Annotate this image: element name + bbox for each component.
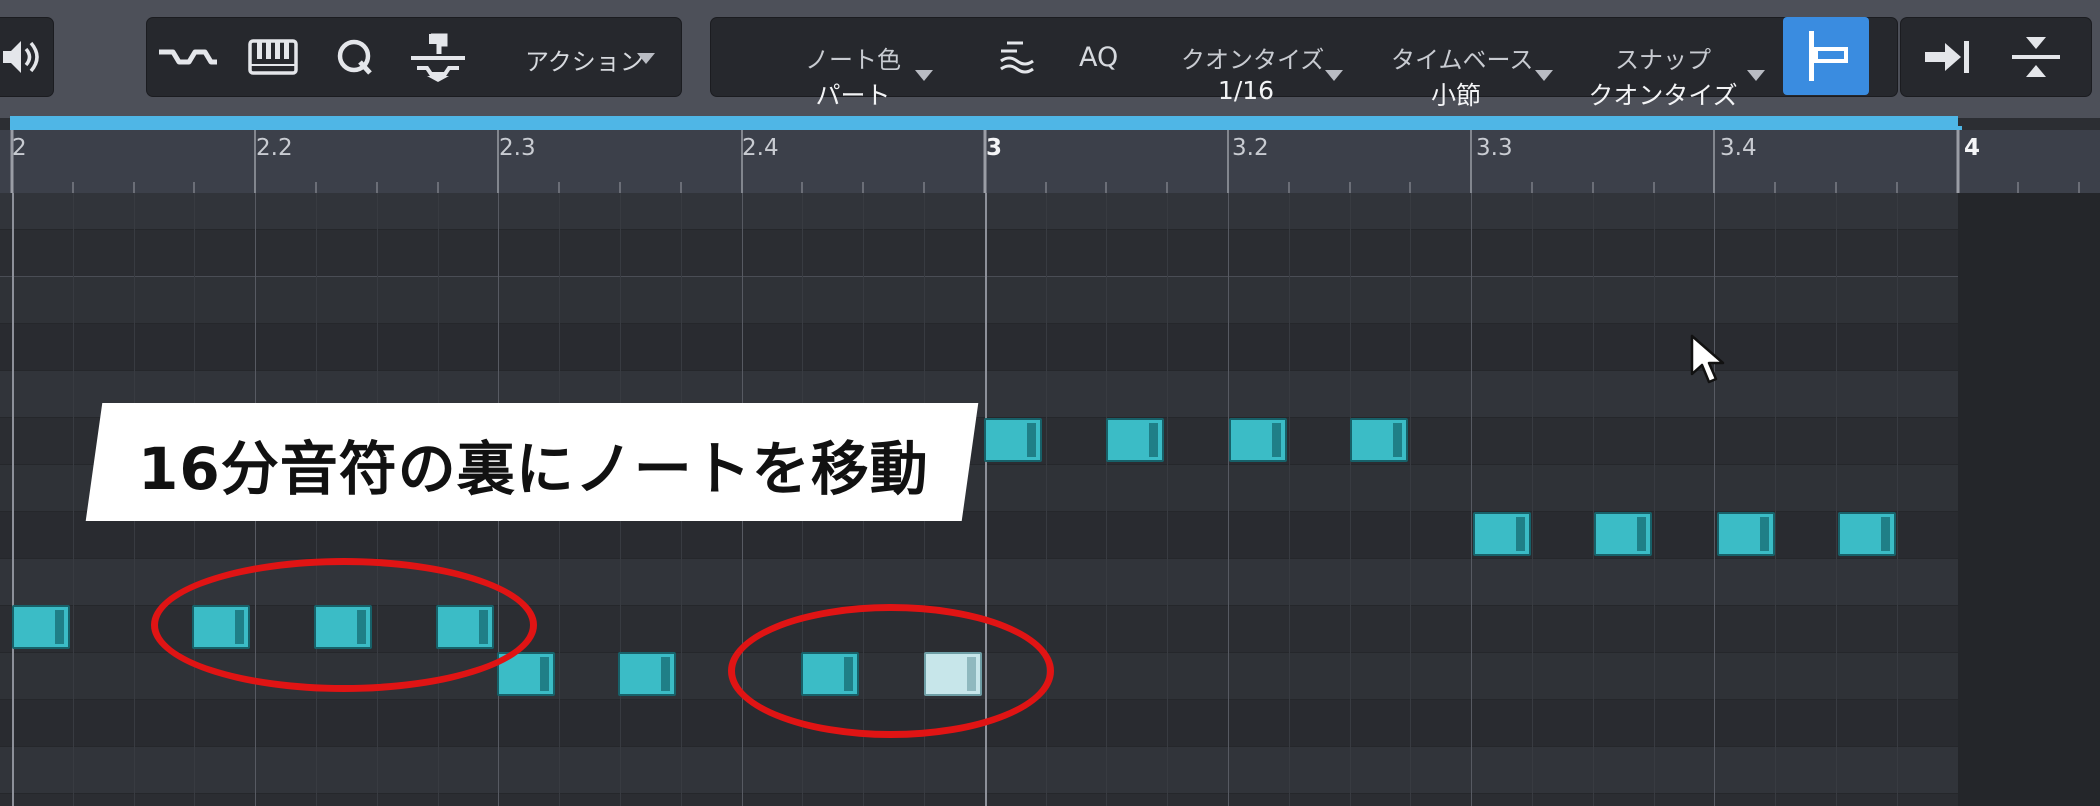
midi-note[interactable]: [1473, 512, 1531, 556]
ruler-label: 3: [986, 135, 1003, 161]
grid-line: [1471, 193, 1472, 806]
ruler-label: 3.3: [1476, 135, 1513, 161]
quantize-dropdown-icon[interactable]: [1325, 70, 1343, 81]
ruler-label: 4: [1964, 135, 1981, 161]
grid-line: [73, 193, 74, 806]
timebase-dropdown-icon[interactable]: [1535, 70, 1553, 81]
action-dropdown-icon[interactable]: [637, 53, 655, 64]
grid-line: [12, 193, 14, 806]
ruler-label: 2.4: [742, 135, 779, 161]
snap-icon: [1809, 31, 1848, 81]
speaker-icon[interactable]: [1, 18, 41, 96]
quantize-value[interactable]: 1/16: [1181, 76, 1311, 105]
ruler-label: 2: [12, 135, 27, 161]
ruler-label: 3.2: [1232, 135, 1269, 161]
quantize-q-icon[interactable]: [327, 18, 383, 96]
pitch-lane: [0, 747, 1958, 794]
pitch-lane: [0, 324, 1958, 371]
note-color-dropdown-icon[interactable]: [915, 70, 933, 81]
automation-icon[interactable]: [153, 18, 223, 96]
grid-line: [1836, 193, 1837, 806]
grid-line: [1775, 193, 1776, 806]
grid-outside-loop: [1958, 193, 2100, 806]
grid-line: [1289, 193, 1290, 806]
grid-line: [1654, 193, 1655, 806]
audio-group: [0, 17, 54, 97]
highlight-circle-left: [151, 558, 537, 692]
note-color-value[interactable]: パート: [793, 76, 913, 112]
ruler-label: 2.3: [499, 135, 536, 161]
grid-line: [1046, 193, 1047, 806]
highlight-circle-right: [728, 604, 1054, 738]
ruler-label: 3.4: [1720, 135, 1757, 161]
groove-icon[interactable]: [987, 18, 1047, 96]
action-menu-label[interactable]: アクション: [525, 42, 644, 77]
note-color-label: ノート色: [805, 46, 901, 74]
grid-line: [1350, 193, 1351, 806]
pitch-lane: [0, 794, 1958, 806]
timebase-value[interactable]: 小節: [1391, 76, 1521, 112]
tool-group: アクション: [146, 17, 682, 97]
mouse-cursor-icon: [1690, 334, 1725, 384]
pitch-lane: [0, 193, 1958, 230]
piano-icon[interactable]: [243, 18, 303, 96]
editor-toolbar: アクション ノート色 パート AQ クオンタイズ 1/16 タイムベース 小節 …: [0, 0, 2100, 118]
split-icon[interactable]: [2001, 18, 2071, 96]
snap-dropdown-icon[interactable]: [1747, 70, 1765, 81]
ruler-label: 2.2: [256, 135, 293, 161]
timebase-label: タイムベース: [1391, 46, 1534, 74]
midi-note[interactable]: [1229, 418, 1287, 462]
midi-note[interactable]: [1838, 512, 1896, 556]
pitch-lane: [0, 277, 1958, 324]
midi-note[interactable]: [1717, 512, 1775, 556]
midi-note[interactable]: [1350, 418, 1408, 462]
grid-line: [1167, 193, 1168, 806]
pitch-lane: [0, 230, 1958, 278]
grid-line: [1897, 193, 1898, 806]
loop-range-bar[interactable]: [10, 116, 1958, 131]
caption-text: 16分音符の裏にノートを移動: [138, 435, 929, 503]
right-tool-group: [1900, 17, 2092, 97]
humanize-icon[interactable]: [405, 18, 471, 96]
midi-note[interactable]: [618, 652, 676, 696]
grid-line: [1532, 193, 1533, 806]
aq-button[interactable]: AQ: [1079, 42, 1118, 73]
grid-line: [1228, 193, 1229, 806]
quantize-label: クオンタイズ: [1181, 46, 1325, 74]
snap-label: スナップ: [1615, 46, 1711, 74]
midi-note[interactable]: [12, 605, 70, 649]
midi-note[interactable]: [1594, 512, 1652, 556]
midi-note[interactable]: [1106, 418, 1164, 462]
midi-note[interactable]: [984, 418, 1042, 462]
ruler-ticks: [10, 130, 2080, 193]
grid-line: [1106, 193, 1107, 806]
move-to-end-icon[interactable]: [1913, 18, 1983, 96]
quantize-group: ノート色 パート AQ クオンタイズ 1/16 タイムベース 小節 スナップ ク…: [710, 17, 1898, 110]
grid-line: [1410, 193, 1411, 806]
snap-value[interactable]: クオンタイズ: [1583, 76, 1743, 112]
grid-line: [1593, 193, 1594, 806]
snap-toggle-button[interactable]: [1783, 17, 1869, 95]
grid-line: [1714, 193, 1715, 806]
